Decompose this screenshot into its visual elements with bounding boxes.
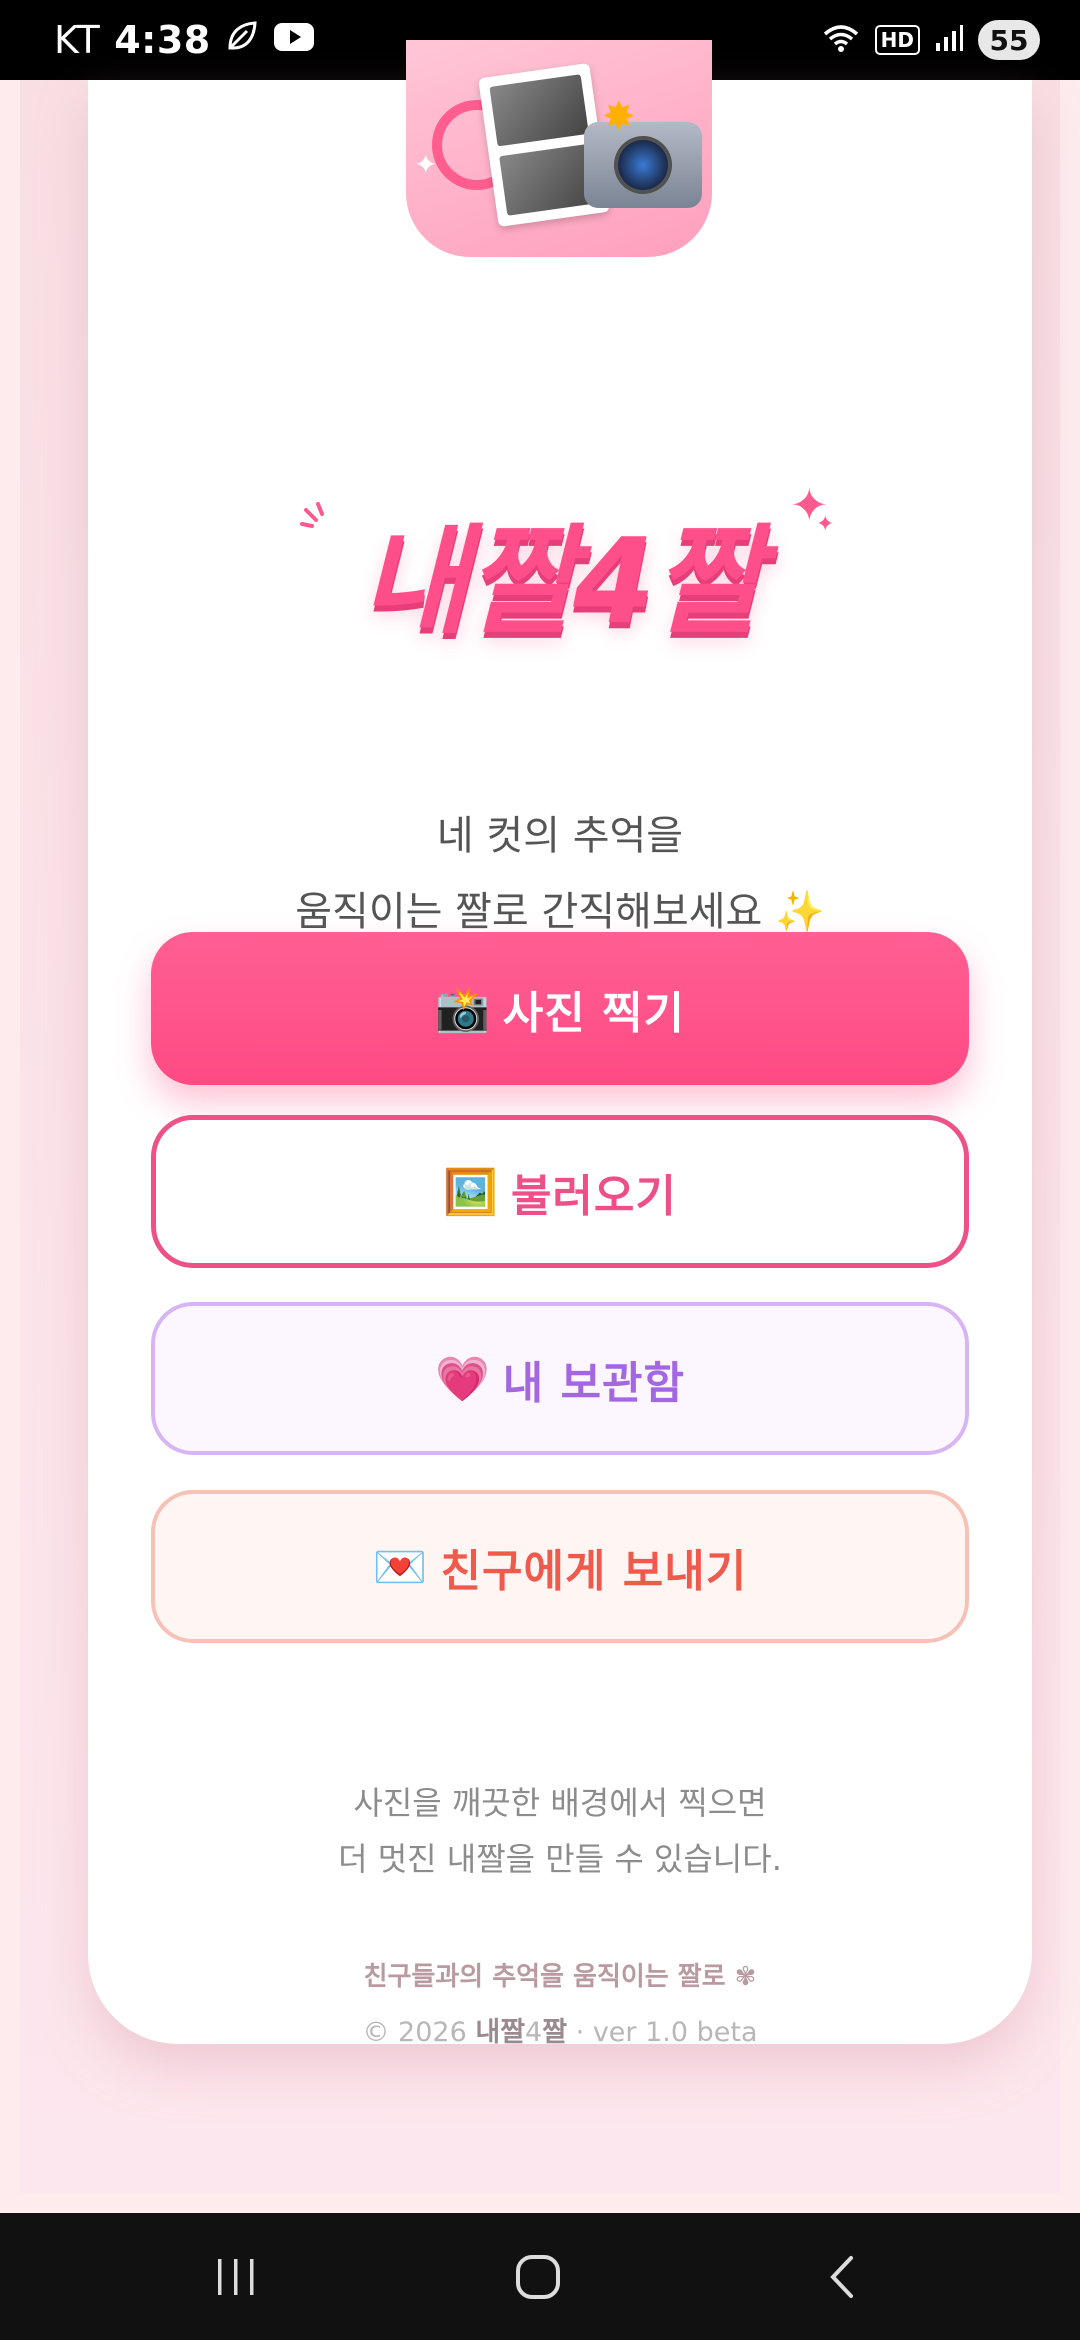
tip-line-2: 더 멋진 내짤을 만들 수 있습니다. [338, 1840, 782, 1878]
tagline-line-1: 네 컷의 추억을 [436, 813, 684, 859]
brand-name-a: 내짤 [475, 2017, 526, 2048]
take-photo-label: 사진 찍기 [502, 987, 686, 1039]
hd-badge: HD [874, 25, 920, 55]
app-logo: 내짤4짤 [360, 512, 762, 650]
photo-tip: 사진을 깨끗한 배경에서 찍으면 더 멋진 내짤을 만들 수 있습니다. [88, 1775, 1032, 1887]
signal-icon [934, 23, 964, 57]
my-storage-label: 내 보관함 [502, 1357, 686, 1409]
app-container: ✸ ✦ 내짤4짤 ✦ ✦ 네 컷의 추억을 움직이는 짤로 간직해보세요 ✨ 📸… [20, 40, 1060, 2193]
main-card: ✸ ✦ 내짤4짤 ✦ ✦ 네 컷의 추억을 움직이는 짤로 간직해보세요 ✨ 📸… [88, 40, 1032, 2048]
load-photo-label: 불러오기 [510, 1170, 677, 1222]
footer-tagline: 친구들과의 추억을 움직이는 짤로 ✾ [363, 1962, 757, 1992]
tagline: 네 컷의 추억을 움직이는 짤로 간직해보세요 ✨ [88, 798, 1032, 950]
burst-lines-icon [300, 502, 324, 528]
app-icon-illustration: ✸ ✦ [406, 40, 712, 257]
home-button[interactable] [478, 2239, 598, 2315]
picture-icon: 🖼️ [443, 1166, 499, 1218]
carrier-label: KT [54, 18, 101, 62]
footer-copyright: © 2026 내짤4짤 · ver 1.0 beta [88, 2010, 1032, 2049]
send-to-friend-label: 친구에게 보내기 [440, 1545, 748, 1597]
sparkle-icon: ✦ [414, 148, 438, 181]
send-to-friend-button[interactable]: 💌 친구에게 보내기 [151, 1490, 969, 1643]
version-label: · ver 1.0 beta [567, 2017, 758, 2048]
flash-icon: ✸ [602, 94, 636, 140]
recent-apps-button[interactable] [176, 2239, 296, 2315]
back-icon [830, 2256, 853, 2298]
back-button[interactable] [782, 2239, 902, 2315]
heart-icon: 💗 [434, 1353, 491, 1405]
wifi-icon [821, 22, 861, 58]
take-photo-button[interactable]: 📸 사진 찍기 [151, 932, 969, 1085]
brand-name-c: 짤 [542, 2017, 568, 2048]
my-storage-button[interactable]: 💗 내 보관함 [151, 1302, 969, 1455]
copyright-prefix: © 2026 [362, 2017, 476, 2048]
sparkle-small-icon: ✦ [816, 512, 835, 537]
youtube-icon [273, 18, 315, 62]
recent-apps-icon [218, 2259, 254, 2295]
camera-flash-icon: 📸 [434, 983, 491, 1035]
home-icon [516, 2255, 560, 2299]
system-nav-bar [0, 2213, 1080, 2340]
tip-line-1: 사진을 깨끗한 배경에서 찍으면 [353, 1784, 767, 1822]
load-photo-button[interactable]: 🖼️ 불러오기 [151, 1115, 969, 1268]
clock: 4:38 [114, 18, 211, 62]
status-left: KT 4:38 [54, 0, 315, 80]
status-right: HD 55 [821, 0, 1040, 80]
love-letter-icon: 💌 [372, 1541, 429, 1593]
leaf-icon [225, 18, 259, 62]
brand-name-b: 4 [525, 2017, 543, 2048]
app-background: ✸ ✦ 내짤4짤 ✦ ✦ 네 컷의 추억을 움직이는 짤로 간직해보세요 ✨ 📸… [0, 40, 1080, 2213]
battery-indicator: 55 [978, 20, 1040, 60]
